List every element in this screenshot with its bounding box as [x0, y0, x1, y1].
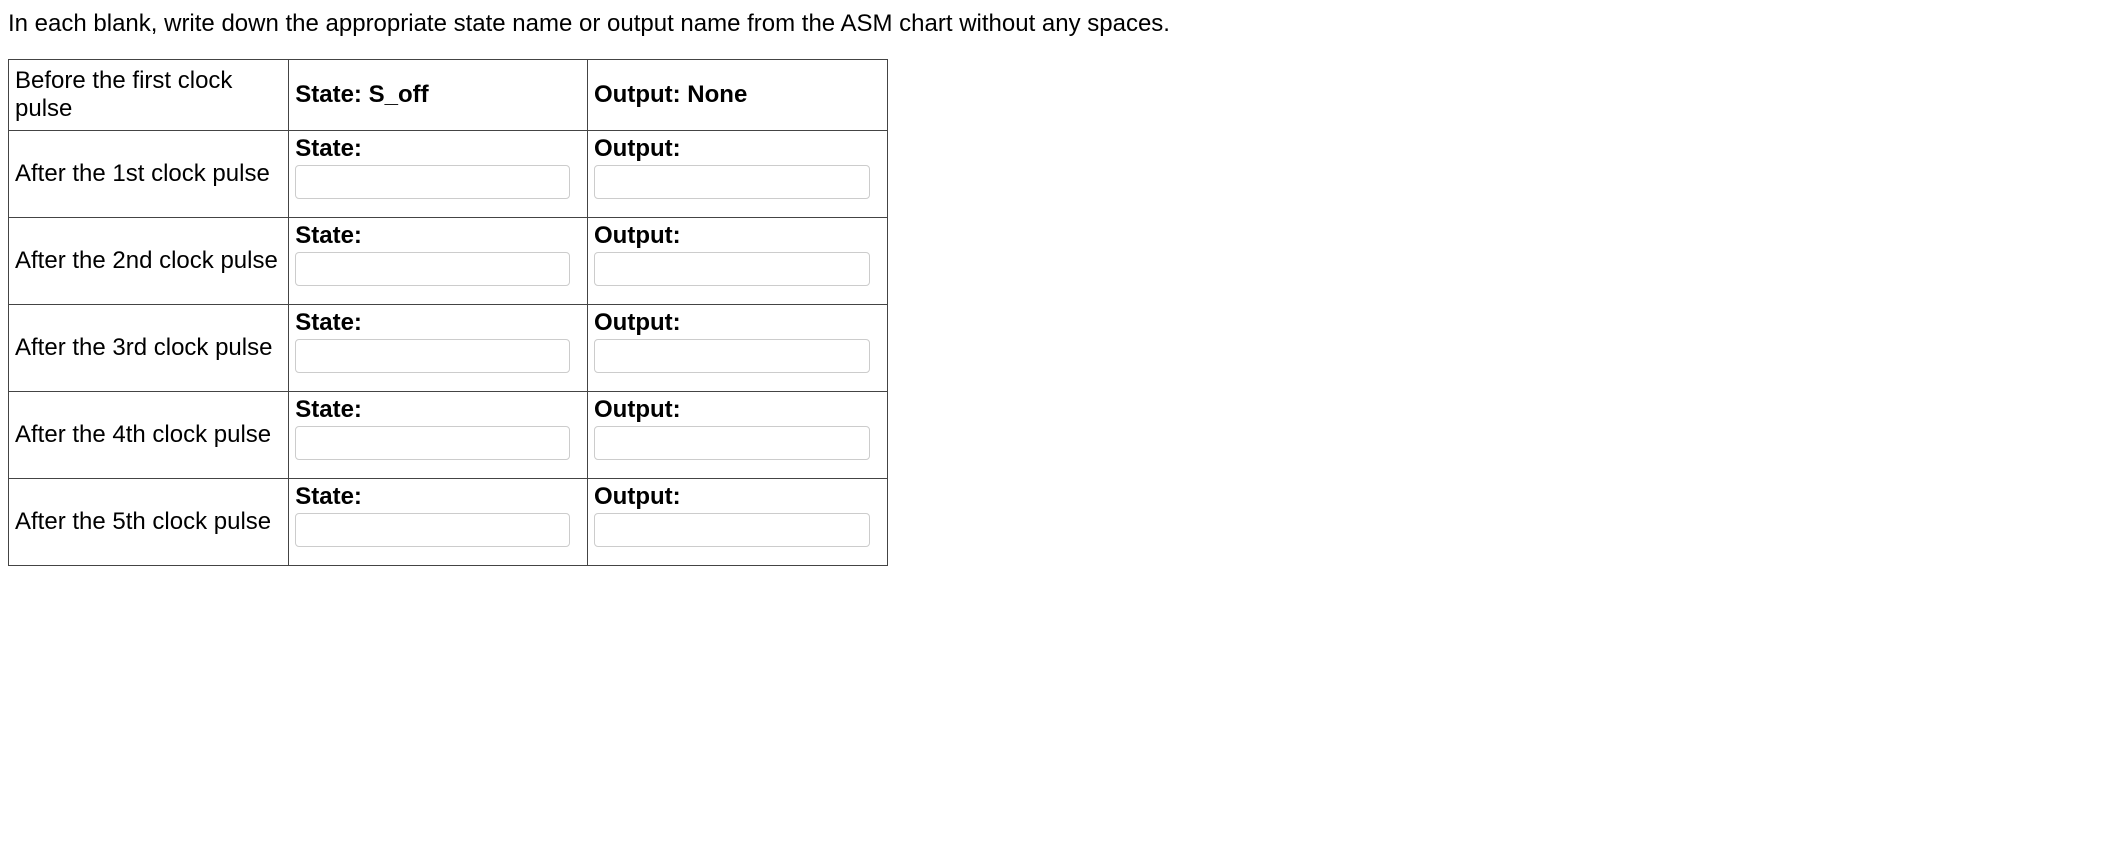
- instruction-text: In each blank, write down the appropriat…: [8, 8, 2096, 39]
- state-label: State:: [295, 309, 581, 337]
- output-cell: Output:: [588, 392, 888, 479]
- state-cell: State:: [289, 392, 588, 479]
- output-label: Output:: [594, 135, 881, 163]
- state-label: State:: [295, 483, 581, 511]
- output-label: Output:: [594, 81, 681, 108]
- output-label: Output:: [594, 222, 881, 250]
- state-label: State:: [295, 396, 581, 424]
- output-input[interactable]: [594, 426, 870, 460]
- state-cell: State:: [289, 218, 588, 305]
- row-desc: After the 5th clock pulse: [9, 479, 289, 566]
- output-label: Output:: [594, 396, 881, 424]
- state-cell: State:: [289, 305, 588, 392]
- output-label: Output:: [594, 309, 881, 337]
- state-cell: State:: [289, 131, 588, 218]
- state-cell: State: S_off: [289, 60, 588, 131]
- table-row: After the 4th clock pulse State: Output:: [9, 392, 888, 479]
- state-value: S_off: [369, 81, 429, 108]
- state-input[interactable]: [295, 513, 569, 547]
- row-desc: After the 4th clock pulse: [9, 392, 289, 479]
- output-label: Output:: [594, 483, 881, 511]
- state-input[interactable]: [295, 252, 569, 286]
- output-cell: Output:: [588, 305, 888, 392]
- output-input[interactable]: [594, 339, 870, 373]
- row-desc: After the 3rd clock pulse: [9, 305, 289, 392]
- state-label: State:: [295, 222, 581, 250]
- table-row: After the 2nd clock pulse State: Output:: [9, 218, 888, 305]
- state-label: State:: [295, 135, 581, 163]
- table-row: After the 5th clock pulse State: Output:: [9, 479, 888, 566]
- table-row: After the 1st clock pulse State: Output:: [9, 131, 888, 218]
- table-row: After the 3rd clock pulse State: Output:: [9, 305, 888, 392]
- state-input[interactable]: [295, 426, 569, 460]
- output-cell: Output: None: [588, 60, 888, 131]
- output-input[interactable]: [594, 165, 870, 199]
- row-desc: After the 2nd clock pulse: [9, 218, 289, 305]
- table-row: Before the first clock pulse State: S_of…: [9, 60, 888, 131]
- state-input[interactable]: [295, 165, 569, 199]
- state-label: State:: [295, 81, 362, 108]
- output-input[interactable]: [594, 513, 870, 547]
- output-value: None: [687, 81, 747, 108]
- output-input[interactable]: [594, 252, 870, 286]
- row-desc: After the 1st clock pulse: [9, 131, 289, 218]
- output-cell: Output:: [588, 479, 888, 566]
- state-input[interactable]: [295, 339, 569, 373]
- state-cell: State:: [289, 479, 588, 566]
- output-cell: Output:: [588, 131, 888, 218]
- row-desc: Before the first clock pulse: [9, 60, 289, 131]
- output-cell: Output:: [588, 218, 888, 305]
- asm-table: Before the first clock pulse State: S_of…: [8, 59, 888, 566]
